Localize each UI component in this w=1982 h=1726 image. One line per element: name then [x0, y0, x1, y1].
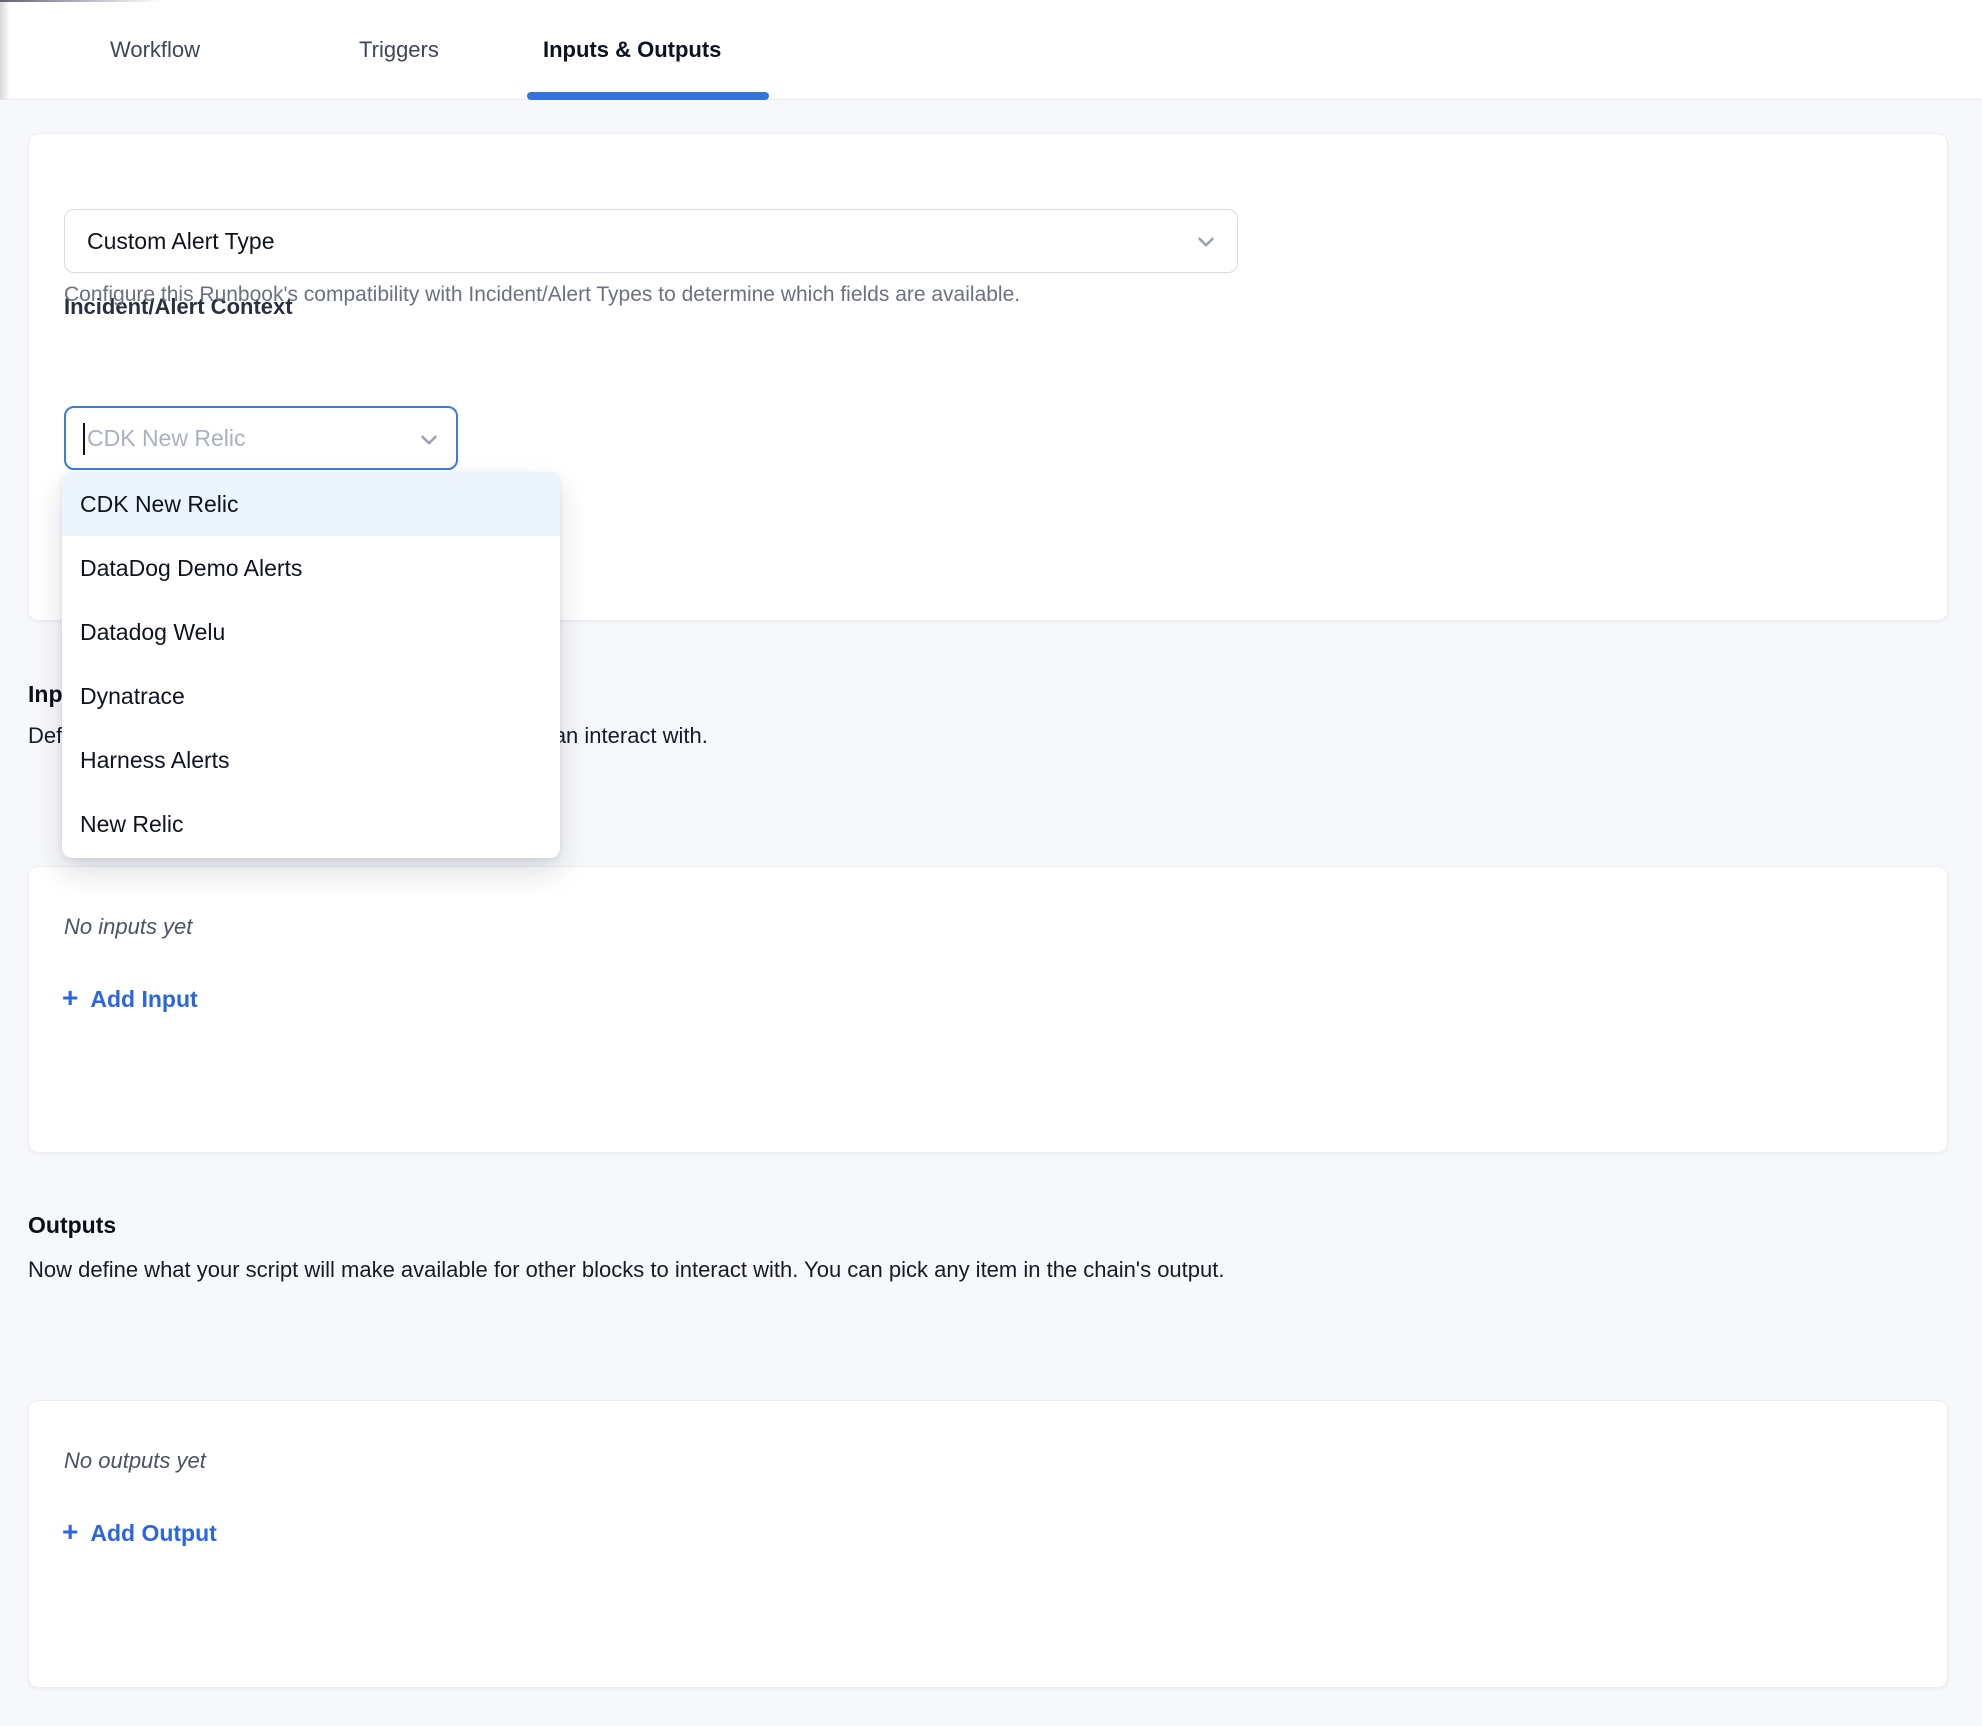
- outputs-card: No outputs yet + Add Output: [28, 1400, 1948, 1688]
- outputs-description: Now define what your script will make av…: [28, 1257, 1224, 1283]
- no-inputs-text: No inputs yet: [64, 914, 192, 940]
- chevron-down-icon: [416, 427, 442, 453]
- dropdown-option[interactable]: Datadog Welu: [62, 600, 560, 664]
- dropdown-option[interactable]: Dynatrace: [62, 664, 560, 728]
- dropdown-option[interactable]: DataDog Demo Alerts: [62, 536, 560, 600]
- alert-type-dropdown-menu: CDK New Relic DataDog Demo Alerts Datado…: [62, 472, 560, 858]
- context-helper-text: Configure this Runbook's compatibility w…: [64, 283, 1020, 307]
- tab-bar: Workflow Triggers Inputs & Outputs: [0, 0, 1982, 100]
- tab-inputs-outputs[interactable]: Inputs & Outputs: [543, 0, 721, 100]
- chevron-down-icon: [1193, 229, 1219, 255]
- tab-workflow[interactable]: Workflow: [110, 0, 200, 100]
- add-output-label: Add Output: [90, 1520, 216, 1547]
- plus-icon: +: [62, 1518, 78, 1546]
- selected-context-value: Custom Alert Type: [87, 228, 275, 255]
- outputs-heading: Outputs: [28, 1212, 116, 1239]
- no-outputs-text: No outputs yet: [64, 1448, 206, 1474]
- add-input-button[interactable]: + Add Input: [62, 985, 198, 1013]
- dropdown-option[interactable]: New Relic: [62, 792, 560, 856]
- tab-triggers[interactable]: Triggers: [359, 0, 439, 100]
- dropdown-option[interactable]: CDK New Relic: [62, 472, 560, 536]
- add-output-button[interactable]: + Add Output: [62, 1519, 217, 1547]
- plus-icon: +: [62, 984, 78, 1012]
- window-top-edge: [0, 0, 220, 2]
- window-left-shade: [0, 0, 10, 99]
- dropdown-option[interactable]: Harness Alerts: [62, 728, 560, 792]
- incident-alert-context-select[interactable]: Custom Alert Type: [64, 209, 1238, 273]
- add-input-label: Add Input: [90, 986, 197, 1013]
- text-caret: [83, 423, 85, 455]
- alert-type-input[interactable]: [66, 408, 456, 468]
- alert-type-combobox[interactable]: [64, 406, 458, 470]
- inputs-card: No inputs yet + Add Input: [28, 866, 1948, 1153]
- active-tab-underline: [527, 92, 769, 100]
- screen: Workflow Triggers Inputs & Outputs Incid…: [0, 0, 1982, 1726]
